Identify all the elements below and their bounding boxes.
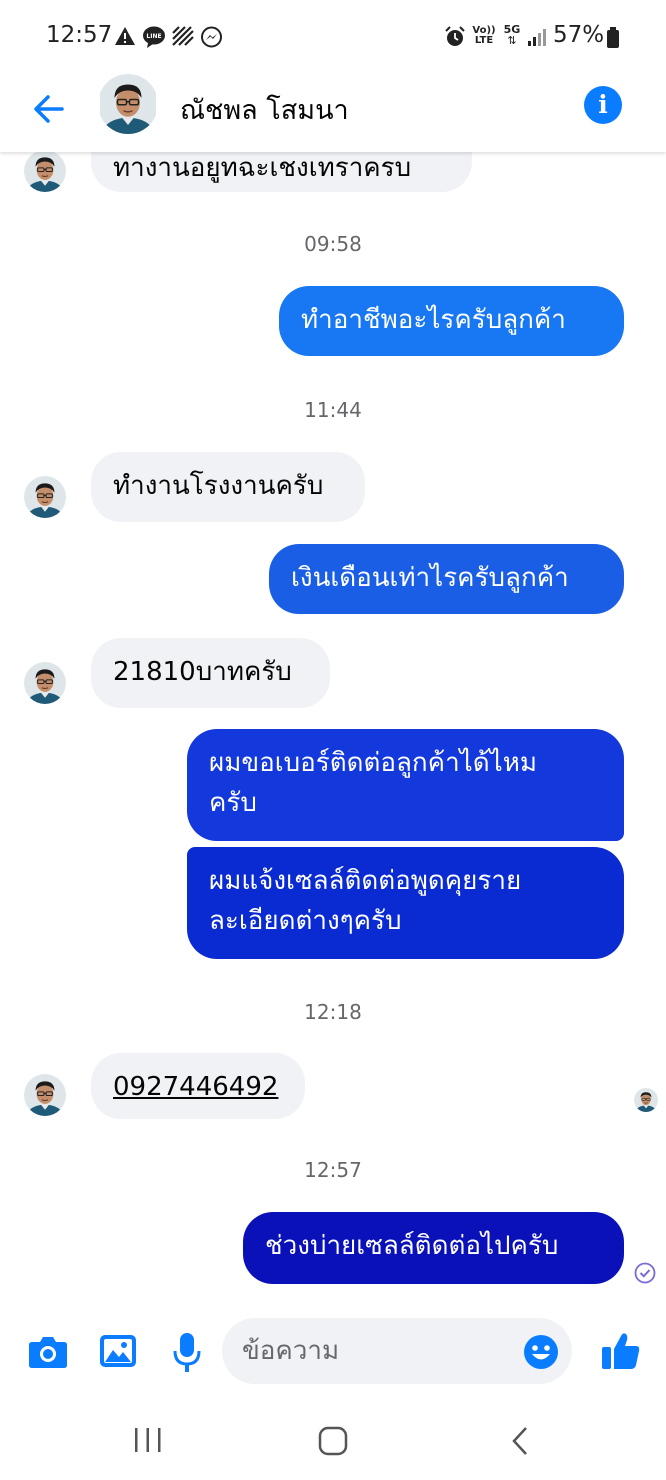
chat-header: ณัชพล โสมนา i <box>0 74 666 152</box>
message-bubble-outgoing[interactable]: ทำอาชีพอะไรครับลูกค้า <box>279 286 624 356</box>
emoji-icon[interactable] <box>523 1334 559 1370</box>
message-text-line: ละเอียดต่างๆครับ <box>209 906 402 936</box>
warning-icon <box>115 27 135 45</box>
message-bubble-incoming[interactable]: 21810บาทครับ <box>91 638 330 708</box>
phone-number-link[interactable]: 0927446492 <box>113 1072 278 1102</box>
timestamp: 12:18 <box>304 1000 362 1024</box>
sender-avatar <box>24 662 66 704</box>
microphone-icon[interactable] <box>172 1332 202 1374</box>
timestamp: 12:57 <box>304 1158 362 1182</box>
gallery-icon[interactable] <box>99 1334 137 1370</box>
message-bubble-outgoing[interactable]: ผมขอเบอร์ติดต่อลูกค้าได้ไหม ครับ <box>187 729 624 841</box>
signal-icon <box>528 29 546 46</box>
lte-label: LTE <box>474 35 494 46</box>
messenger-icon <box>201 26 222 48</box>
battery-icon <box>607 27 619 48</box>
message-input[interactable] <box>222 1318 572 1384</box>
recent-apps-icon[interactable] <box>133 1426 163 1454</box>
message-text-line: ผมแจ้งเซลล์ติดต่อพูดคุยราย <box>209 866 522 896</box>
back-button[interactable] <box>28 88 70 130</box>
sent-check-icon <box>634 1262 656 1284</box>
no-signal-icon <box>172 26 194 46</box>
home-icon[interactable] <box>318 1426 348 1456</box>
status-bar: 12:57 LINE Vo)) LTE 5G ⇅ 57% <box>0 0 666 74</box>
timestamp: 09:58 <box>304 232 362 256</box>
volte-icon: Vo)) LTE <box>471 26 497 46</box>
back-icon[interactable] <box>508 1426 532 1456</box>
svg-text:LINE: LINE <box>146 33 161 40</box>
message-bubble-incoming[interactable]: ทางานอยูทฉะเชงเทราครบ <box>91 152 472 192</box>
message-bubble-outgoing[interactable]: ช่วงบ่ายเซลล์ติดต่อไปครับ <box>243 1212 624 1284</box>
contact-avatar[interactable] <box>100 74 156 134</box>
camera-icon[interactable] <box>28 1334 68 1370</box>
thumbs-up-icon[interactable] <box>600 1330 642 1372</box>
message-bubble-incoming[interactable]: 0927446492 <box>91 1053 305 1119</box>
message-bubble-outgoing[interactable]: เงินเดือนเท่าไรครับลูกค้า <box>269 544 624 614</box>
composer-bar <box>0 1302 666 1402</box>
sender-avatar <box>24 1074 66 1116</box>
seen-avatar <box>634 1088 658 1112</box>
system-nav-bar <box>0 1402 666 1480</box>
message-text-line: ครับ <box>209 788 257 818</box>
battery-percent: 57% <box>553 22 605 48</box>
message-list[interactable]: ทางานอยูทฉะเชงเทราครบ 09:58 ทำอาชีพอะไรค… <box>0 152 666 1302</box>
info-button[interactable]: i <box>584 86 622 124</box>
sender-avatar <box>24 152 66 192</box>
contact-name[interactable]: ณัชพล โสมนา <box>180 88 349 131</box>
status-time: 12:57 <box>46 22 113 48</box>
alarm-icon <box>445 26 465 46</box>
message-text-line: ผมขอเบอร์ติดต่อลูกค้าได้ไหม <box>209 748 537 778</box>
5g-icon: 5G ⇅ <box>501 24 523 46</box>
sender-avatar <box>24 476 66 518</box>
timestamp: 11:44 <box>304 398 362 422</box>
message-bubble-outgoing[interactable]: ผมแจ้งเซลล์ติดต่อพูดคุยราย ละเอียดต่างๆค… <box>187 847 624 959</box>
message-bubble-incoming[interactable]: ทำงานโรงงานครับ <box>91 452 365 522</box>
line-app-icon: LINE <box>143 26 165 48</box>
